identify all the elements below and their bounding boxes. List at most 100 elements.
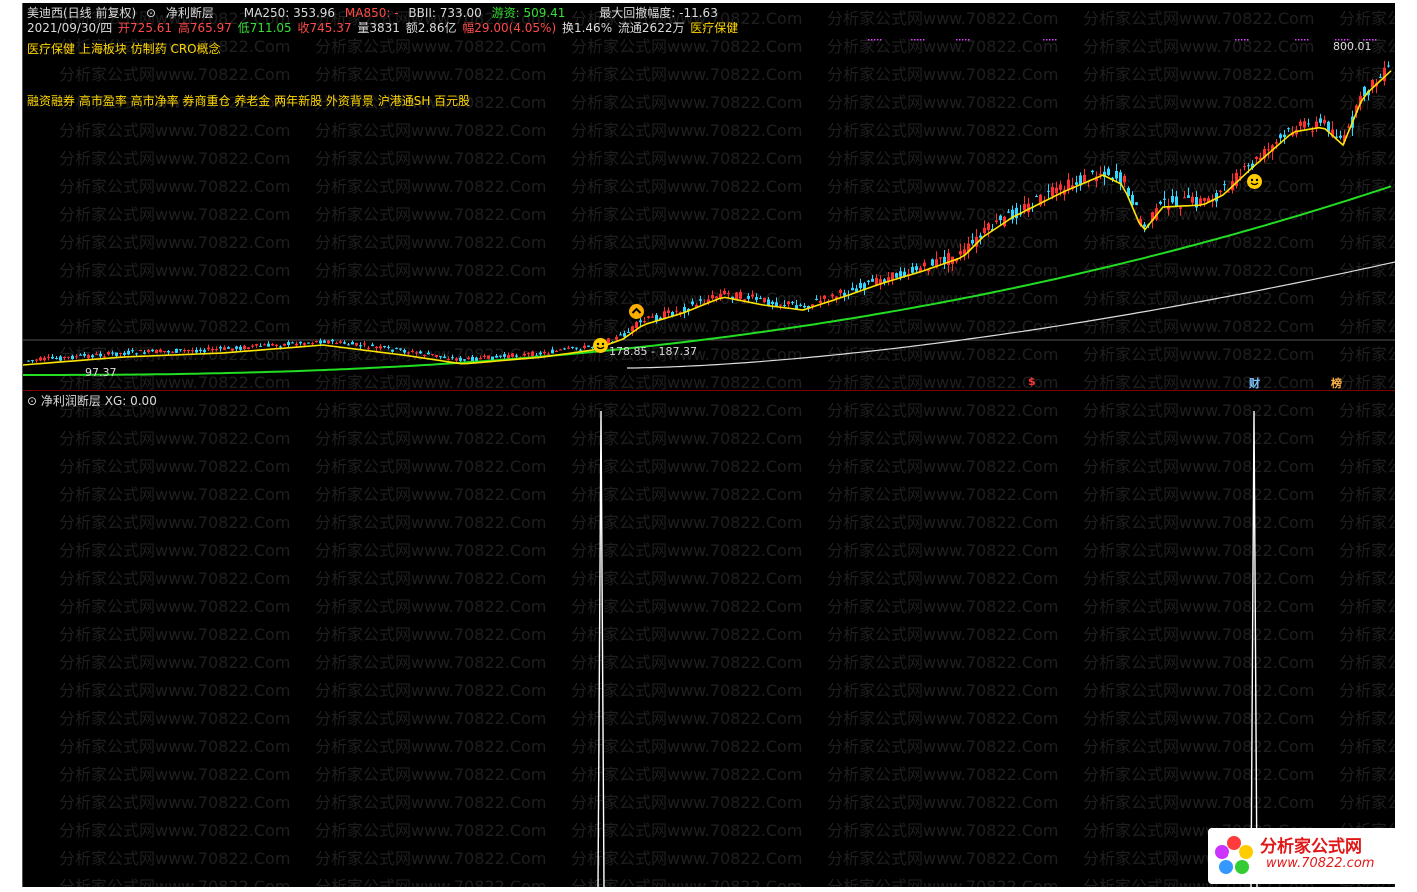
- candle-body: [1115, 170, 1118, 179]
- candle-body: [647, 316, 650, 318]
- candle-body: [403, 350, 406, 353]
- candle-body: [399, 348, 402, 350]
- candle-body: [99, 353, 102, 357]
- candle-body: [567, 347, 570, 349]
- candle-body: [563, 348, 566, 350]
- candle-body: [1379, 76, 1382, 78]
- candle-body: [667, 310, 670, 314]
- dollar-event-marker[interactable]: $: [1028, 375, 1036, 388]
- candle-body: [375, 346, 378, 349]
- candle-body: [343, 342, 346, 344]
- candle-body: [255, 344, 258, 346]
- candle-body: [195, 349, 198, 353]
- candle-body: [271, 344, 274, 346]
- candle-body: [763, 297, 766, 303]
- logo-url[interactable]: www.70822.com: [1266, 856, 1374, 871]
- candle-body: [287, 342, 290, 345]
- signal-dot: [914, 39, 916, 41]
- candle-body: [1135, 202, 1138, 205]
- finance-event-marker[interactable]: 财: [1249, 375, 1260, 391]
- signal-spike-line: [597, 410, 605, 887]
- stock-name[interactable]: 美迪西(日线 前复权): [27, 6, 136, 20]
- ranking-event-marker[interactable]: 榜: [1331, 375, 1342, 391]
- candle-body: [783, 305, 786, 307]
- candle-body: [107, 351, 110, 355]
- candle-body: [143, 352, 146, 354]
- candle-body: [859, 282, 862, 289]
- candle-body: [327, 340, 330, 344]
- candle-body: [451, 357, 454, 359]
- candle-body: [355, 342, 358, 346]
- candle-body: [431, 354, 434, 356]
- candle-body: [259, 345, 262, 347]
- candle-body: [1247, 165, 1250, 167]
- candle-body: [803, 305, 806, 308]
- candle-body: [367, 347, 370, 349]
- candle-body: [123, 352, 126, 355]
- sub-dropdown-icon[interactable]: ⊙: [27, 394, 37, 408]
- candle-body: [739, 291, 742, 299]
- bbii-value: BBII: 733.00: [408, 6, 482, 20]
- candle-body: [931, 259, 934, 266]
- candle-body: [387, 346, 390, 348]
- candle-body: [371, 344, 374, 347]
- candle-body: [815, 298, 818, 300]
- candle-body: [35, 359, 38, 361]
- candle-body: [295, 343, 298, 346]
- panel-divider[interactable]: [23, 390, 1395, 391]
- candle-body: [455, 358, 458, 361]
- candle-body: [911, 266, 914, 273]
- candle-body: [983, 227, 986, 234]
- candle-body: [187, 350, 190, 352]
- candle-body: [347, 344, 350, 346]
- candle-body: [871, 278, 874, 282]
- candle-body: [1023, 204, 1026, 211]
- candle-body: [383, 346, 386, 348]
- low-price-label: 97.37: [85, 366, 117, 379]
- candle-body: [923, 262, 926, 267]
- candle-body: [1387, 65, 1390, 67]
- candle-body: [311, 343, 314, 345]
- candle-body: [539, 352, 542, 355]
- price-chart[interactable]: [23, 3, 1395, 887]
- candle-body: [319, 340, 322, 344]
- signal-dot: [1244, 39, 1246, 41]
- candle-body: [823, 295, 826, 299]
- quote-sector: 医疗保健: [690, 21, 739, 35]
- candle-body: [231, 348, 234, 351]
- candle-body: [463, 359, 466, 361]
- candle-body: [799, 304, 802, 306]
- dropdown-icon[interactable]: ⊙: [146, 6, 156, 20]
- candle-body: [1183, 197, 1186, 199]
- candle-body: [1099, 173, 1102, 175]
- candle-body: [1255, 156, 1258, 159]
- candle-body: [723, 290, 726, 295]
- candle-body: [1035, 196, 1038, 198]
- candle-body: [643, 321, 646, 323]
- candle-body: [75, 356, 78, 358]
- candle-body: [1123, 175, 1126, 183]
- candle-body: [207, 347, 210, 350]
- candle-body: [1287, 128, 1290, 130]
- candle-body: [727, 292, 730, 294]
- candle-body: [1107, 168, 1110, 176]
- candle-body: [95, 353, 98, 355]
- candle-body: [203, 350, 206, 353]
- candle-body: [339, 341, 342, 343]
- indicator-name[interactable]: 净利断层: [166, 6, 214, 20]
- candle-body: [467, 357, 470, 360]
- candle-body: [191, 350, 194, 352]
- candle-body: [279, 346, 282, 348]
- sub-indicator-name[interactable]: 净利润断层: [41, 394, 101, 408]
- candle-body: [1319, 118, 1322, 123]
- candle-body: [63, 356, 66, 359]
- candle-body: [103, 356, 106, 358]
- mid-price-label: 178.85 - 187.37: [609, 345, 697, 358]
- candle-body: [1199, 198, 1202, 205]
- candle-body: [1339, 135, 1342, 138]
- quote-volume: 量3831: [357, 21, 400, 35]
- candle-body: [31, 360, 34, 362]
- candle-body: [735, 292, 738, 300]
- candle-body: [1299, 121, 1302, 126]
- ma-fast-line: [23, 70, 1392, 366]
